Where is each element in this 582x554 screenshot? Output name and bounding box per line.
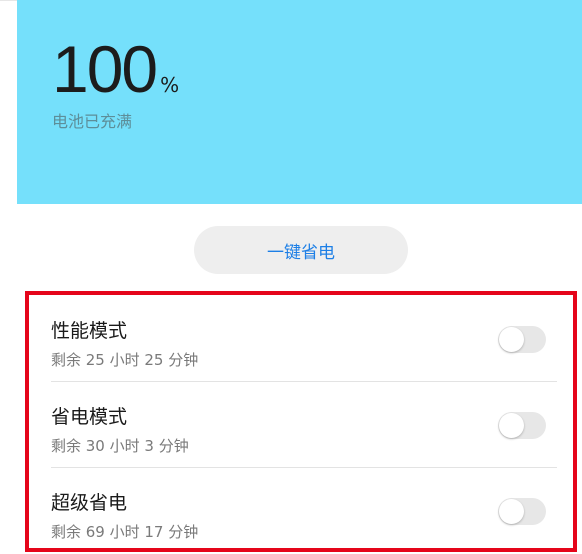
battery-percentage-unit: % bbox=[160, 73, 180, 97]
power-mode-name: 性能模式 bbox=[51, 320, 128, 342]
battery-page: 100 % 电池已充满 一键省电 性能模式 剩余 25 小时 25 分钟 省电模… bbox=[0, 0, 582, 554]
ultra-power-saving-toggle[interactable] bbox=[498, 498, 546, 525]
one-key-power-save-button[interactable]: 一键省电 bbox=[194, 226, 408, 274]
power-mode-name: 超级省电 bbox=[51, 492, 128, 514]
battery-status-text: 电池已充满 bbox=[52, 112, 133, 131]
toggle-knob bbox=[499, 413, 524, 438]
performance-mode-toggle[interactable] bbox=[498, 326, 546, 353]
power-mode-remaining-time: 剩余 25 小时 25 分钟 bbox=[51, 351, 199, 369]
power-mode-name: 省电模式 bbox=[51, 406, 128, 428]
battery-panel: 100 % 电池已充满 bbox=[17, 0, 582, 204]
toggle-knob bbox=[499, 327, 524, 352]
power-saving-mode-toggle[interactable] bbox=[498, 412, 546, 439]
battery-percentage-value: 100 bbox=[52, 32, 158, 106]
power-mode-row-power-saving[interactable]: 省电模式 剩余 30 小时 3 分钟 bbox=[29, 381, 573, 466]
power-mode-remaining-time: 剩余 69 小时 17 分钟 bbox=[51, 523, 199, 541]
toggle-knob bbox=[499, 499, 524, 524]
power-mode-row-ultra-saving[interactable]: 超级省电 剩余 69 小时 17 分钟 bbox=[29, 467, 573, 552]
power-mode-row-performance[interactable]: 性能模式 剩余 25 小时 25 分钟 bbox=[29, 295, 573, 380]
battery-level: 100 % bbox=[52, 36, 179, 102]
power-mode-remaining-time: 剩余 30 小时 3 分钟 bbox=[51, 437, 189, 455]
power-mode-list: 性能模式 剩余 25 小时 25 分钟 省电模式 剩余 30 小时 3 分钟 超… bbox=[25, 291, 577, 552]
